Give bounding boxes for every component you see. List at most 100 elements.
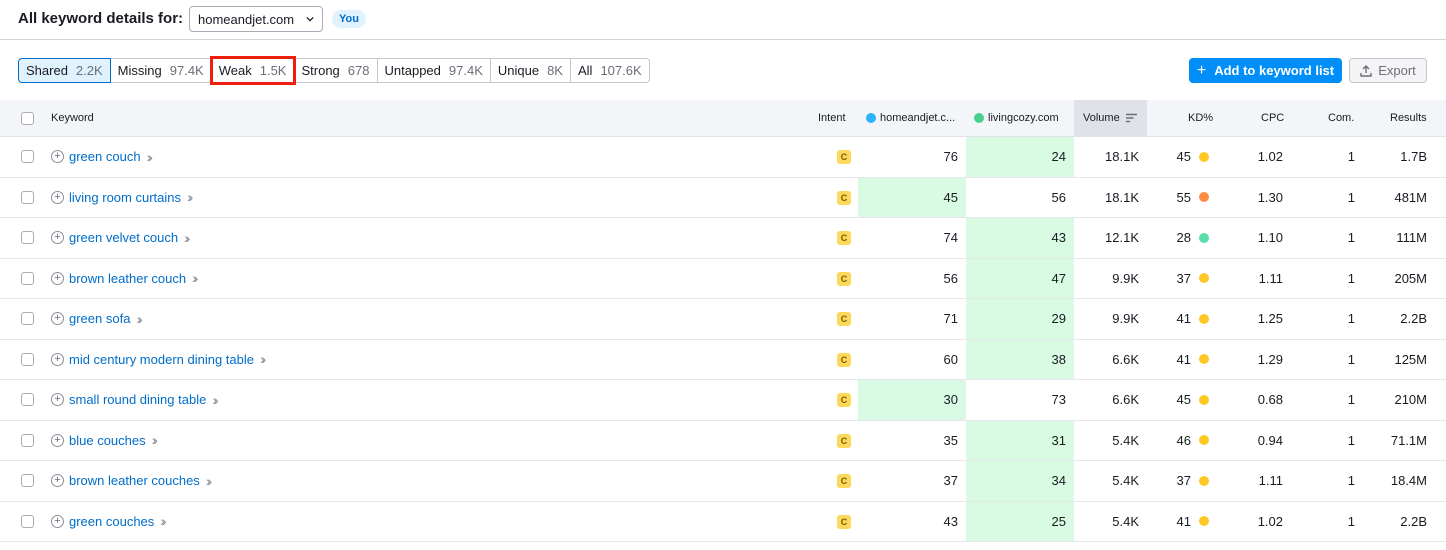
- col-results[interactable]: Results: [1390, 100, 1427, 136]
- keyword-link[interactable]: brown leather couch: [69, 271, 186, 286]
- col-com[interactable]: Com.: [1328, 100, 1354, 136]
- keyword-link[interactable]: mid century modern dining table: [69, 352, 254, 367]
- add-circle-icon[interactable]: +: [51, 190, 64, 204]
- keyword-details-icon[interactable]: ››: [192, 270, 199, 286]
- table-row: + green couch ›› C 76 24 18.1K 45 1.02 1 1.7B: [0, 137, 1446, 178]
- keyword-link[interactable]: green couches: [69, 514, 154, 529]
- kd-difficulty-dot: [1199, 192, 1209, 203]
- col-competitor[interactable]: livingcozy.com: [974, 100, 1059, 136]
- domain-select[interactable]: homeandjet.com: [189, 6, 323, 32]
- row-checkbox[interactable]: [21, 393, 34, 406]
- add-circle-icon[interactable]: +: [51, 312, 64, 326]
- competitor-position[interactable]: 47: [966, 258, 1074, 298]
- kd-cell: 55: [1147, 178, 1217, 218]
- you-position[interactable]: 56: [858, 259, 966, 299]
- add-to-keyword-list-button[interactable]: + Add to keyword list: [1189, 58, 1342, 83]
- competitor-position[interactable]: 38: [966, 339, 1074, 379]
- tab-untapped[interactable]: Untapped 97.4K: [377, 58, 491, 83]
- tab-strong[interactable]: Strong 678: [294, 58, 378, 83]
- add-circle-icon[interactable]: +: [51, 393, 64, 407]
- keyword-link[interactable]: small round dining table: [69, 392, 206, 407]
- export-button[interactable]: Export: [1349, 58, 1427, 83]
- add-circle-icon[interactable]: +: [51, 474, 64, 488]
- you-position[interactable]: 35: [858, 421, 966, 461]
- results-value[interactable]: 210M: [1363, 380, 1435, 420]
- keyword-link[interactable]: green couch: [69, 149, 141, 164]
- col-you-label: homeandjet.c...: [880, 112, 956, 124]
- row-checkbox[interactable]: [21, 231, 34, 244]
- competition-value: 1: [1347, 149, 1355, 165]
- keyword-details-icon[interactable]: ››: [187, 189, 194, 205]
- keyword-details-icon[interactable]: ››: [212, 392, 219, 408]
- keyword-details-icon[interactable]: ››: [136, 311, 143, 327]
- results-value[interactable]: 481M: [1363, 178, 1435, 218]
- row-checkbox[interactable]: [21, 271, 34, 285]
- row-checkbox[interactable]: [21, 190, 34, 204]
- keyword-details-icon[interactable]: ››: [152, 432, 159, 448]
- you-position[interactable]: 76: [858, 137, 966, 177]
- col-cpc[interactable]: CPC: [1261, 100, 1284, 136]
- keyword-link[interactable]: blue couches: [69, 433, 146, 448]
- results-value[interactable]: 71.1M: [1363, 421, 1435, 461]
- col-intent[interactable]: Intent: [818, 100, 846, 136]
- competitor-position[interactable]: 34: [966, 461, 1074, 501]
- results-value[interactable]: 18.4M: [1363, 461, 1435, 501]
- keyword-link[interactable]: living room curtains: [69, 190, 181, 205]
- results-value[interactable]: 1.7B: [1363, 137, 1435, 177]
- you-position[interactable]: 45: [858, 177, 966, 217]
- tab-all[interactable]: All 107.6K: [570, 58, 650, 83]
- row-checkbox[interactable]: [21, 433, 34, 447]
- add-circle-icon[interactable]: +: [51, 231, 64, 245]
- volume-value: 12.1K: [1105, 230, 1139, 246]
- tab-weak[interactable]: Weak 1.5K: [209, 56, 297, 85]
- keyword-details-icon[interactable]: ››: [160, 513, 167, 529]
- tab-shared[interactable]: Shared 2.2K: [18, 58, 111, 83]
- competitor-position[interactable]: 24: [966, 137, 1074, 177]
- add-circle-icon[interactable]: +: [51, 514, 64, 528]
- row-checkbox[interactable]: [21, 352, 34, 366]
- competitor-position[interactable]: 25: [966, 501, 1074, 541]
- you-position[interactable]: 60: [858, 340, 966, 380]
- add-circle-icon[interactable]: +: [51, 271, 64, 285]
- add-circle-icon[interactable]: +: [51, 352, 64, 366]
- keyword-details-icon[interactable]: ››: [260, 351, 267, 367]
- keyword-link[interactable]: green velvet couch: [69, 230, 178, 245]
- cpc-value: 1.02: [1257, 149, 1283, 165]
- you-position[interactable]: 37: [858, 461, 966, 501]
- add-circle-icon[interactable]: +: [51, 150, 64, 164]
- results-value[interactable]: 2.2B: [1363, 502, 1435, 542]
- results-value[interactable]: 125M: [1363, 340, 1435, 380]
- you-position[interactable]: 43: [858, 502, 966, 542]
- keyword-details-icon[interactable]: ››: [206, 473, 213, 489]
- results-value[interactable]: 2.2B: [1363, 299, 1435, 339]
- kd-value: 55: [1176, 189, 1191, 205]
- competitor-position[interactable]: 56: [966, 178, 1074, 218]
- col-keyword[interactable]: Keyword: [51, 100, 94, 136]
- competition-value: 1: [1347, 270, 1355, 286]
- row-checkbox[interactable]: [21, 514, 34, 528]
- you-position[interactable]: 74: [858, 218, 966, 258]
- row-checkbox[interactable]: [21, 150, 34, 163]
- competitor-position[interactable]: 31: [966, 420, 1074, 460]
- tab-unique[interactable]: Unique 8K: [490, 58, 571, 83]
- tab-missing[interactable]: Missing 97.4K: [110, 58, 212, 83]
- competitor-position[interactable]: 43: [966, 218, 1074, 258]
- you-position[interactable]: 71: [858, 299, 966, 339]
- results-value[interactable]: 111M: [1363, 218, 1435, 258]
- keyword-details-icon[interactable]: ››: [147, 149, 154, 165]
- keyword-link[interactable]: green sofa: [69, 311, 130, 326]
- col-you[interactable]: homeandjet.c...: [866, 100, 955, 136]
- competitor-position[interactable]: 29: [966, 299, 1074, 339]
- row-checkbox[interactable]: [21, 312, 34, 325]
- competitor-position[interactable]: 73: [966, 380, 1074, 420]
- results-value[interactable]: 205M: [1363, 259, 1435, 299]
- keyword-details-icon[interactable]: ››: [184, 230, 191, 246]
- select-all-checkbox[interactable]: [21, 112, 34, 125]
- you-position[interactable]: 30: [858, 380, 966, 420]
- col-volume[interactable]: Volume: [1074, 100, 1147, 136]
- col-kd[interactable]: KD%: [1188, 100, 1213, 136]
- keyword-link[interactable]: brown leather couches: [69, 473, 200, 488]
- row-checkbox[interactable]: [21, 474, 34, 487]
- kd-cell: 37: [1147, 259, 1217, 299]
- add-circle-icon[interactable]: +: [51, 433, 64, 447]
